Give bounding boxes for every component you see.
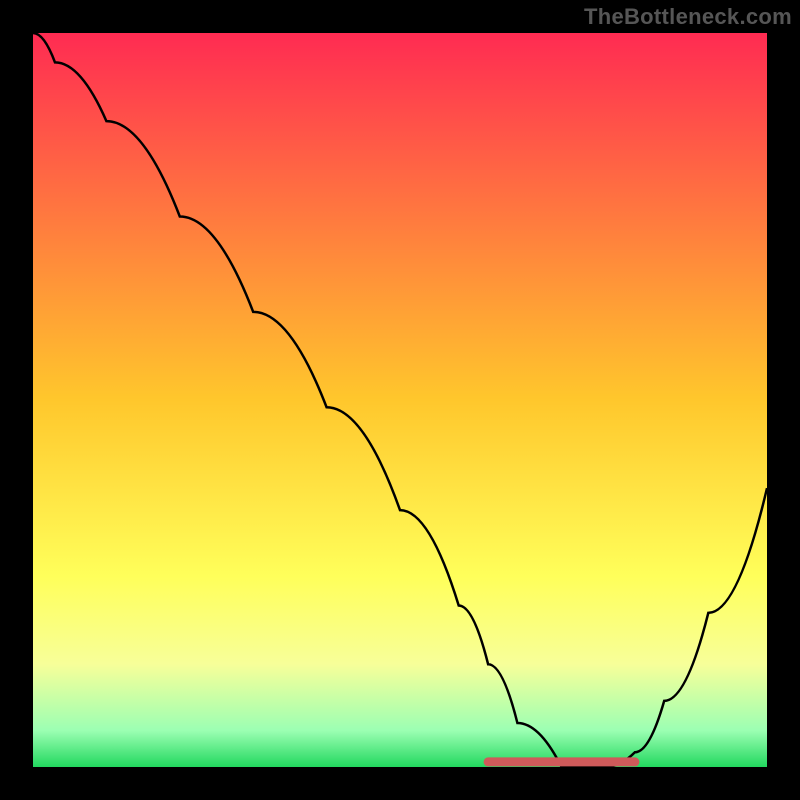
- chart-container: TheBottleneck.com: [0, 0, 800, 800]
- chart-svg: [0, 0, 800, 800]
- watermark-text: TheBottleneck.com: [584, 4, 792, 30]
